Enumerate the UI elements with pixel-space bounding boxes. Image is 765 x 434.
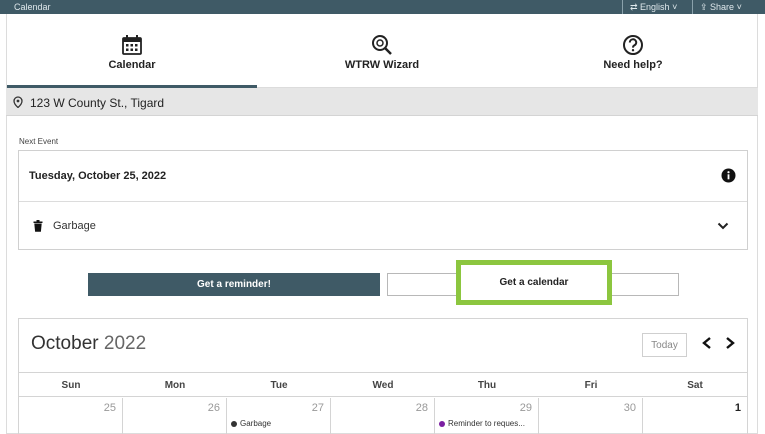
share-button[interactable]: ⇪ Share ˅	[700, 2, 742, 13]
event-type: Garbage	[53, 220, 96, 232]
location-pin-icon	[13, 96, 23, 108]
day-number: 30	[623, 402, 636, 414]
calendar-event[interactable]: Reminder to reques...	[439, 419, 525, 428]
tab-label: Need help?	[603, 59, 663, 71]
event-dot-icon	[231, 420, 237, 427]
app-title: Calendar	[14, 2, 51, 12]
calendar-icon	[122, 35, 142, 55]
day-number: 26	[207, 402, 220, 414]
next-event-label: Next Event	[19, 137, 59, 146]
translate-icon: ⇄	[630, 2, 641, 12]
day-cell[interactable]: 27 Garbage	[227, 398, 331, 434]
day-number: 25	[103, 402, 116, 414]
calendar-week-row: 25 26 27 Garbage 28 29 Reminder to reque…	[19, 398, 747, 434]
main-nav: Calendar WTRW Wizard Need help?	[6, 14, 758, 88]
top-bar: Calendar ⇄ English ˅ ⇪ Share ˅	[0, 0, 765, 14]
trash-icon	[33, 220, 43, 232]
tab-calendar[interactable]: Calendar	[7, 14, 257, 87]
day-number: 28	[415, 402, 428, 414]
next-event-date: Tuesday, October 25, 2022	[29, 170, 167, 182]
weekday-wed: Wed	[372, 380, 394, 391]
weekday-fri: Fri	[584, 380, 598, 391]
divider	[692, 0, 693, 14]
day-cell[interactable]: 28	[331, 398, 435, 434]
year: 2022	[103, 333, 147, 354]
day-cell[interactable]: 1	[643, 398, 747, 434]
tab-need-help[interactable]: Need help?	[507, 14, 759, 87]
weekday-sun: Sun	[61, 380, 81, 391]
chevron-down-icon[interactable]	[717, 222, 729, 230]
weekday-header: Sun Mon Tue Wed Thu Fri Sat	[19, 372, 747, 397]
calendar-event[interactable]: Garbage	[231, 419, 271, 428]
chevron-right-icon[interactable]	[724, 336, 736, 350]
next-event-card: Tuesday, October 25, 2022 Garbage	[18, 150, 748, 250]
weekday-thu: Thu	[477, 380, 497, 391]
address-text: 123 W County St., Tigard	[30, 96, 165, 110]
calendar-widget: October 2022 Today Sun Mon Tue Wed Thu F…	[18, 318, 748, 434]
divider	[622, 0, 623, 14]
divider	[19, 201, 747, 202]
event-dot-icon	[439, 420, 445, 427]
info-icon[interactable]	[721, 168, 736, 183]
day-cell[interactable]: 25	[19, 398, 123, 434]
weekday-mon: Mon	[164, 380, 186, 391]
help-icon	[623, 35, 643, 55]
share-icon: ⇪	[700, 2, 711, 12]
weekday-tue: Tue	[270, 380, 288, 391]
chevron-left-icon[interactable]	[701, 336, 713, 350]
day-number: 27	[311, 402, 324, 414]
tab-label: Calendar	[108, 59, 156, 71]
day-cell[interactable]: 29 Reminder to reques...	[435, 398, 539, 434]
tab-wtrw-wizard[interactable]: WTRW Wizard	[257, 14, 507, 87]
address-bar[interactable]: 123 W County St., Tigard	[6, 88, 758, 116]
tab-label: WTRW Wizard	[344, 59, 420, 71]
today-button[interactable]: Today	[642, 333, 687, 357]
day-cell[interactable]: 30	[539, 398, 643, 434]
weekday-sat: Sat	[687, 380, 703, 391]
wizard-search-icon	[372, 35, 392, 55]
get-reminder-button[interactable]: Get a reminder!	[88, 273, 380, 296]
day-number: 1	[734, 402, 741, 414]
month-name: October	[31, 333, 99, 354]
day-cell[interactable]: 26	[123, 398, 227, 434]
day-number: 29	[519, 402, 532, 414]
get-calendar-button[interactable]: Get a calendar	[456, 260, 612, 305]
language-selector[interactable]: ⇄ English ˅	[630, 2, 677, 13]
month-title: October 2022	[31, 333, 146, 355]
